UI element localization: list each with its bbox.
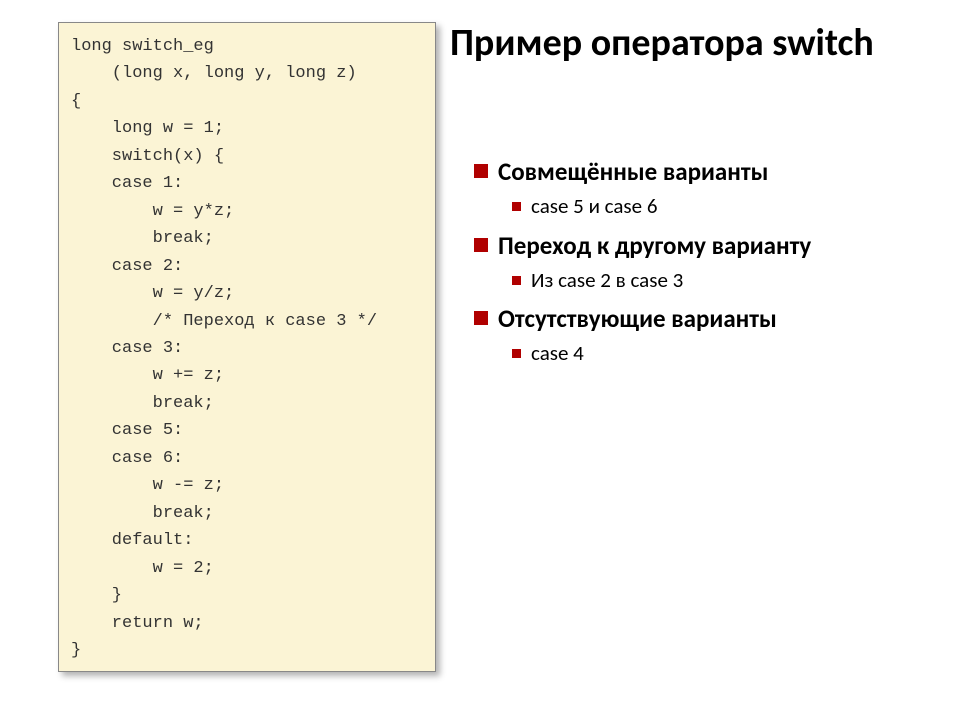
square-bullet-icon	[512, 202, 521, 211]
square-bullet-icon	[474, 238, 488, 252]
bullet-item-fallthrough: Переход к другому варианту	[474, 230, 914, 261]
bullet-item-missing: Отсутствующие варианты	[474, 303, 914, 334]
code-block: long switch_eg (long x, long y, long z) …	[58, 22, 436, 672]
square-bullet-icon	[474, 311, 488, 325]
bullet-text: Переход к другому варианту	[498, 230, 811, 261]
square-bullet-icon	[512, 349, 521, 358]
square-bullet-icon	[474, 164, 488, 178]
slide-title: Пример оператора switch	[450, 22, 910, 66]
bullet-subtext: case 4	[531, 340, 584, 366]
bullet-subtext: case 5 и case 6	[531, 193, 657, 219]
bullet-subitem: case 5 и case 6	[512, 193, 914, 219]
bullet-subtext: Из case 2 в case 3	[531, 267, 683, 293]
bullet-subitem: case 4	[512, 340, 914, 366]
bullet-text: Совмещённые варианты	[498, 156, 768, 187]
square-bullet-icon	[512, 276, 521, 285]
bullet-subitem: Из case 2 в case 3	[512, 267, 914, 293]
bullet-text: Отсутствующие варианты	[498, 303, 777, 334]
code-text: long switch_eg (long x, long y, long z) …	[71, 33, 423, 664]
bullet-list: Совмещённые варианты case 5 и case 6 Пер…	[474, 156, 914, 377]
bullet-item-combined: Совмещённые варианты	[474, 156, 914, 187]
